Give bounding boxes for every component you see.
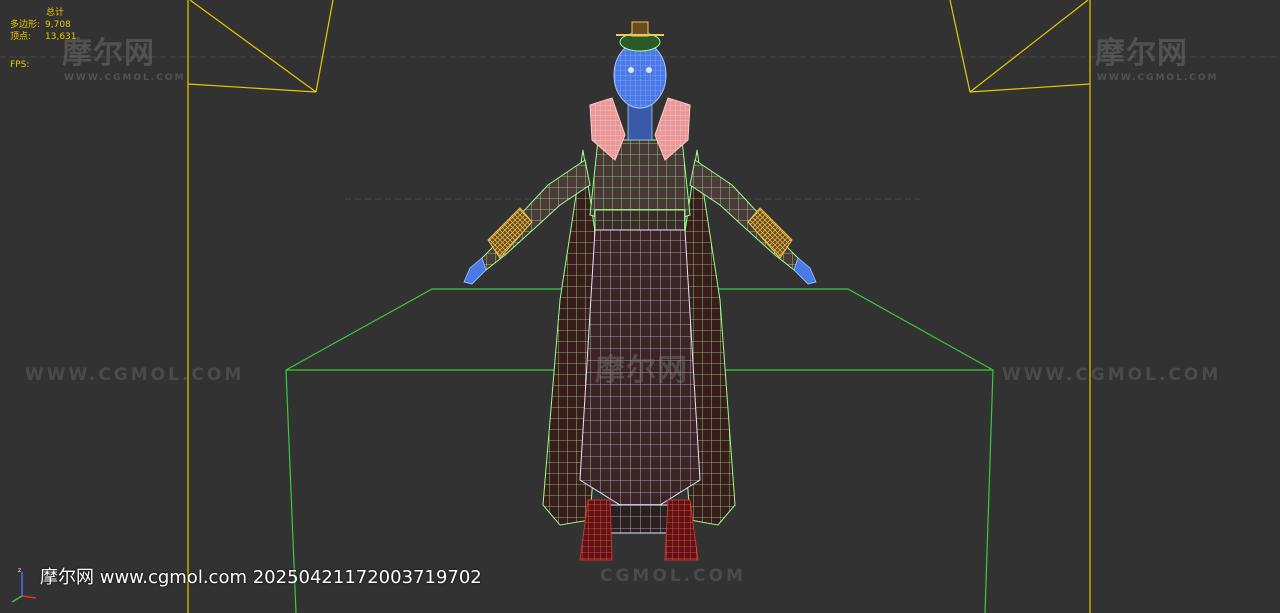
stats-vertices-label: 顶点:	[10, 32, 32, 42]
watermark-logo-center: 摩尔网	[595, 353, 688, 388]
character-model	[463, 21, 817, 561]
watermark-url-right: WWW.CGMOL.COM	[1002, 365, 1222, 385]
axis-gizmo-icon: z	[11, 567, 37, 603]
watermark-url-left: WWW.CGMOL.COM	[25, 365, 245, 385]
stats-polygons-row: 多边形: 9,708	[10, 19, 77, 31]
stats-total-label: 总计	[46, 8, 65, 18]
watermark-logo-right: 摩尔网	[1095, 36, 1188, 71]
watermark-logo-left: 摩尔网	[62, 36, 155, 71]
image-caption: 摩尔网 www.cgmol.com 20250421172003719702	[40, 567, 482, 588]
watermark-url-bottom: CGMOL.COM	[600, 566, 746, 586]
perspective-viewport[interactable]: 总计 多边形: 9,708 顶点: 13,631 FPS: 摩尔网 WWW.CG…	[0, 0, 1280, 613]
stats-polygons-value: 9,708	[45, 20, 71, 30]
watermark-logo-sub-left: WWW.CGMOL.COM	[64, 73, 186, 83]
stats-polygons-label: 多边形:	[10, 20, 41, 30]
watermark-logo-sub-right: WWW.CGMOL.COM	[1097, 73, 1219, 83]
scene-render	[0, 0, 1280, 613]
svg-text:z: z	[18, 567, 21, 574]
